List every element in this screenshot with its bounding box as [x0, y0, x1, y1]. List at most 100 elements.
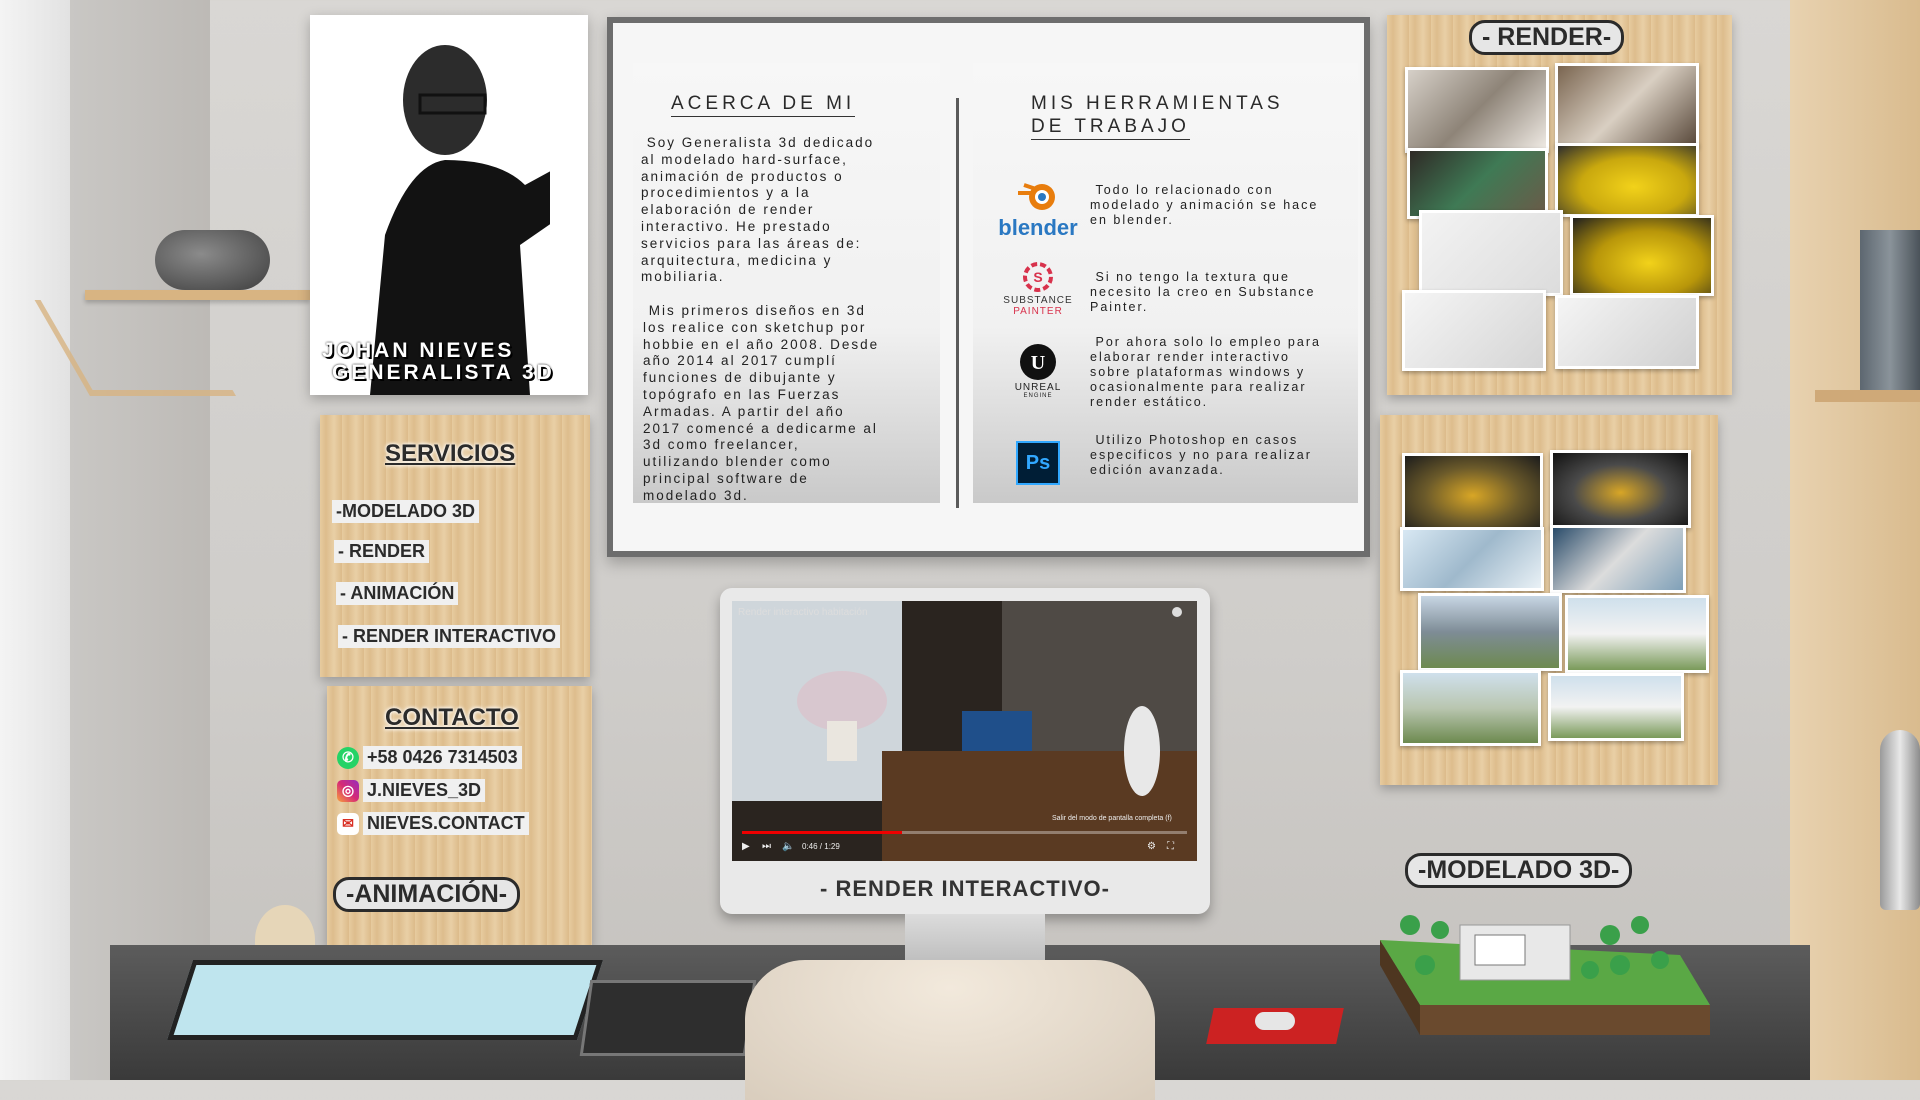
render-thumb-forceps[interactable] [1555, 295, 1699, 369]
speaker [155, 230, 270, 290]
servicio-item-modelado[interactable]: -MODELADO 3D [332, 500, 479, 523]
model-thumb-tools[interactable] [1400, 527, 1544, 591]
contact-email[interactable]: NIEVES.CONTACT [363, 812, 529, 835]
video-progress-track[interactable] [742, 831, 1187, 834]
tool-row-blender: blender Todo lo relacionado con modelado… [973, 173, 1358, 253]
instagram-icon: ◎ [337, 779, 359, 802]
about-title: ACERCA DE MI [671, 93, 856, 117]
next-icon[interactable]: ⏭ [762, 841, 771, 852]
books [1860, 230, 1920, 390]
substance-logo: S SUBSTANCE PAINTER [993, 253, 1083, 323]
blender-logo-text: blender [998, 215, 1078, 240]
model-thumb-machine-1[interactable] [1402, 453, 1543, 531]
model-thumb-house-1[interactable] [1418, 593, 1562, 671]
about-paragraph-1: Soy Generalista 3d dedicado al modelado … [641, 135, 875, 285]
tablet-book [579, 980, 757, 1056]
mouse [1255, 1012, 1295, 1030]
drawing-tablet [167, 960, 603, 1040]
photoshop-icon: Ps [1016, 441, 1060, 485]
servicios-title: SERVICIOS [385, 440, 516, 467]
tools-title-line1: MIS HERRAMIENTAS [1031, 93, 1284, 114]
tool-text-photoshop: Utilizo Photoshop en casos especificos y… [1090, 433, 1312, 477]
tool-row-unreal: U UNREAL ENGINE Por ahora solo lo empleo… [973, 335, 1358, 415]
tool-text-blender: Todo lo relacionado con modelado y anima… [1090, 183, 1319, 227]
svg-text:U: U [1031, 352, 1045, 374]
contact-phone[interactable]: +58 0426 7314503 [363, 746, 522, 769]
render-thumb-scissors[interactable] [1419, 210, 1563, 296]
model-thumb-cottage[interactable] [1548, 673, 1684, 741]
render-thumb-billiard[interactable] [1407, 148, 1548, 219]
contact-phone-row[interactable]: ✆ +58 0426 7314503 [337, 746, 522, 769]
model-thumb-house-2[interactable] [1565, 595, 1709, 673]
blender-logo: blender [993, 173, 1083, 243]
blender-icon [1018, 183, 1055, 210]
vase [1880, 730, 1920, 910]
video-frame [732, 601, 1197, 861]
email-icon: ✉ [337, 812, 359, 835]
contacto-title: CONTACTO [385, 704, 519, 731]
unreal-logo: U UNREAL ENGINE [993, 335, 1083, 405]
portrait-name: JOHAN NIEVES GENERALISTA 3D [322, 340, 555, 384]
unreal-engine-icon: U [1020, 343, 1056, 380]
portrait-name-line1: JOHAN NIEVES [322, 339, 515, 362]
modelado-board [1380, 415, 1718, 785]
board-divider [956, 98, 959, 508]
fullscreen-icon[interactable]: ⛶ [1167, 841, 1174, 852]
render-thumb-pliers[interactable] [1402, 290, 1546, 371]
video-info-icon[interactable] [1172, 607, 1182, 617]
video-title: Render interactivo habitación [738, 607, 868, 618]
tool-text-substance: Si no tengo la textura que necesito la c… [1090, 270, 1316, 314]
video-player[interactable]: Render interactivo habitación Salir del … [732, 601, 1197, 861]
volume-icon[interactable]: 🔈 [782, 841, 794, 852]
contact-email-row[interactable]: ✉ NIEVES.CONTACT [337, 812, 529, 835]
left-wall [70, 0, 210, 1080]
right-wall-shelf-unit [1790, 0, 1920, 1080]
monitor-stand [905, 914, 1045, 964]
model-thumb-shelves[interactable] [1550, 525, 1686, 593]
render-thumb-kitchen[interactable] [1405, 67, 1549, 153]
settings-gear-icon[interactable]: ⚙ [1147, 841, 1156, 852]
animacion-tag[interactable]: -ANIMACIÓN- [333, 877, 521, 912]
render-thumb-yellow-car-2[interactable] [1570, 215, 1714, 296]
servicio-item-render-interactivo[interactable]: - RENDER INTERACTIVO [338, 625, 561, 648]
tools-title: MIS HERRAMIENTAS DE TRABAJO [1031, 93, 1284, 140]
modelado-tag[interactable]: -MODELADO 3D- [1405, 853, 1633, 888]
unreal-logo-sub: ENGINE [1023, 392, 1053, 399]
portrait-poster[interactable]: JOHAN NIEVES GENERALISTA 3D [310, 15, 588, 395]
substance-painter-icon: S [1023, 262, 1053, 292]
unreal-logo-text: UNREAL [1014, 381, 1062, 393]
about-panel: ACERCA DE MI Soy Generalista 3d dedicado… [633, 63, 940, 503]
servicio-item-animacion[interactable]: - ANIMACIÓN [336, 582, 459, 605]
photoshop-logo: Ps [993, 428, 1083, 498]
substance-logo-text: SUBSTANCE [1003, 295, 1073, 306]
svg-text:S: S [1033, 269, 1042, 285]
left-shelf [85, 290, 310, 300]
contact-instagram-row[interactable]: ◎ J.NIEVES_3D [337, 779, 486, 802]
portrait-name-line2: GENERALISTA 3D [332, 361, 555, 384]
fullscreen-hint: Salir del modo de pantalla completa (f) [1052, 815, 1172, 822]
model-thumb-landscape[interactable] [1400, 670, 1541, 746]
whatsapp-icon: ✆ [337, 746, 359, 769]
photoshop-logo-text: Ps [1025, 451, 1051, 474]
monitor: Render interactivo habitación Salir del … [720, 588, 1210, 914]
servicios-board: SERVICIOS -MODELADO 3D - RENDER - ANIMAC… [320, 415, 590, 677]
video-time: 0:46 / 1:29 [802, 842, 840, 851]
window-light [0, 0, 70, 1080]
architecture-diorama[interactable] [1380, 895, 1710, 1035]
model-thumb-machine-2[interactable] [1550, 450, 1691, 528]
render-tag[interactable]: - RENDER- [1469, 20, 1625, 55]
contact-instagram[interactable]: J.NIEVES_3D [363, 779, 486, 802]
substance-logo-sub: PAINTER [1013, 306, 1063, 317]
tool-row-substance: S SUBSTANCE PAINTER Si no tengo la textu… [973, 253, 1358, 333]
monitor-label: - RENDER INTERACTIVO- [820, 876, 1110, 901]
render-thumb-yellow-car[interactable] [1555, 143, 1699, 217]
render-board: - RENDER- [1387, 15, 1732, 395]
chair [745, 960, 1155, 1100]
servicio-item-render[interactable]: - RENDER [334, 540, 430, 563]
tool-row-photoshop: Ps Utilizo Photoshop en casos especifico… [973, 433, 1358, 518]
play-icon[interactable]: ▶ [742, 841, 750, 852]
tools-title-line2: DE TRABAJO [1031, 116, 1190, 140]
info-whiteboard: ACERCA DE MI Soy Generalista 3d dedicado… [607, 17, 1370, 557]
render-thumb-bedroom[interactable] [1555, 63, 1699, 147]
video-progress-fill [742, 831, 903, 834]
